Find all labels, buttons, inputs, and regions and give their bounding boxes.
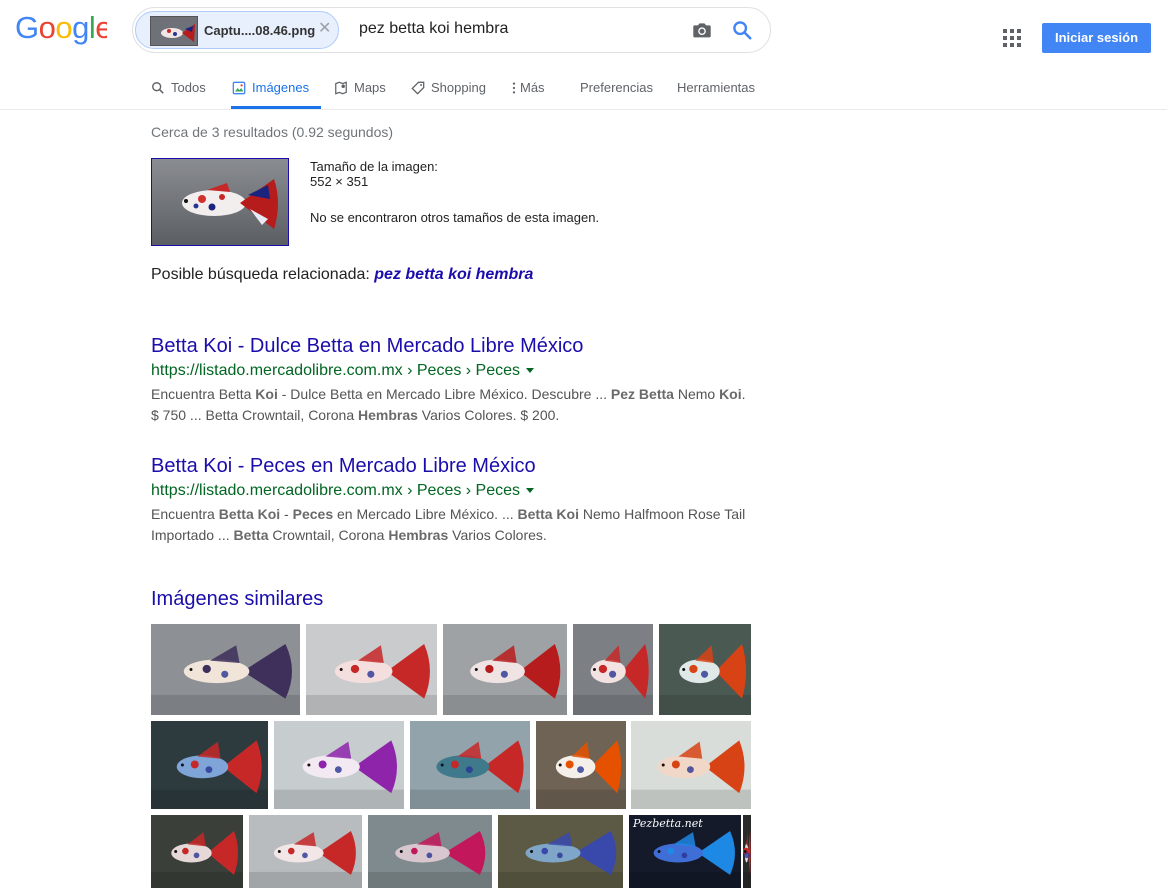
apps-grid-icon[interactable] bbox=[1003, 29, 1021, 47]
tab-mas[interactable]: Más bbox=[511, 80, 545, 95]
image-size-label: Tamaño de la imagen: bbox=[310, 159, 438, 174]
similar-image-thumbnail[interactable] bbox=[151, 815, 243, 888]
result-url-text: https://listado.mercadolibre.com.mx › Pe… bbox=[151, 362, 521, 379]
similar-image-thumbnail[interactable] bbox=[631, 721, 751, 809]
similar-image-thumbnail[interactable]: Pezbetta.net bbox=[629, 815, 741, 888]
image-icon bbox=[232, 81, 246, 94]
svg-text:Google: Google bbox=[15, 11, 107, 45]
result-snippet-line: Encuentra Betta Koi - Peces en Mercado L… bbox=[151, 506, 746, 522]
related-search: Posible búsqueda relacionada: pez betta … bbox=[151, 266, 533, 284]
close-icon[interactable]: ✕ bbox=[318, 21, 331, 37]
related-search-link[interactable]: pez betta koi hembra bbox=[374, 266, 533, 283]
search-box[interactable]: Captu....08.46.png ✕ pez betta koi hembr… bbox=[132, 7, 771, 53]
search-icon bbox=[152, 81, 164, 94]
tab-shopping[interactable]: Shopping bbox=[411, 80, 486, 95]
result-stats: Cerca de 3 resultados (0.92 segundos) bbox=[151, 124, 394, 140]
camera-icon[interactable] bbox=[691, 19, 713, 41]
result-snippet-line: Encuentra Betta Koi - Dulce Betta en Mer… bbox=[151, 386, 746, 402]
google-logo[interactable]: Google bbox=[15, 11, 107, 45]
similar-image-thumbnail[interactable] bbox=[249, 815, 362, 888]
result-snippet-line: Importado ... Betta Crowntail, Corona He… bbox=[151, 527, 547, 543]
chip-filename: Captu....08.46.png bbox=[204, 23, 316, 38]
similar-image-thumbnail[interactable] bbox=[274, 721, 404, 809]
header: Google Captu....08.46.png ✕ pez betta ko… bbox=[0, 0, 1167, 110]
tab-imagenes[interactable]: Imágenes bbox=[232, 80, 309, 95]
similar-image-thumbnail[interactable] bbox=[410, 721, 530, 809]
similar-image-thumbnail[interactable] bbox=[443, 624, 567, 715]
search-image-chip[interactable]: Captu....08.46.png ✕ bbox=[135, 11, 339, 49]
chip-thumbnail bbox=[150, 16, 198, 46]
similar-image-thumbnail[interactable] bbox=[306, 624, 437, 715]
no-other-sizes-text: No se encontraron otros tamaños de esta … bbox=[310, 210, 600, 225]
more-vert-icon bbox=[512, 81, 516, 94]
active-tab-indicator bbox=[231, 106, 321, 109]
tab-label: Todos bbox=[171, 80, 206, 95]
similar-image-thumbnail[interactable] bbox=[498, 815, 623, 888]
dropdown-caret-icon[interactable] bbox=[526, 368, 535, 374]
tab-label: Shopping bbox=[431, 80, 486, 95]
map-icon bbox=[335, 80, 347, 95]
query-image-thumbnail[interactable] bbox=[151, 158, 289, 246]
similar-image-thumbnail[interactable] bbox=[368, 815, 492, 888]
tab-todos[interactable]: Todos bbox=[151, 80, 206, 95]
similar-image-thumbnail[interactable] bbox=[659, 624, 751, 715]
related-prefix: Posible búsqueda relacionada: bbox=[151, 266, 375, 283]
similar-image-thumbnail[interactable] bbox=[573, 624, 653, 715]
result-url-text: https://listado.mercadolibre.com.mx › Pe… bbox=[151, 482, 521, 499]
result-url[interactable]: https://listado.mercadolibre.com.mx › Pe… bbox=[151, 482, 535, 500]
similar-image-thumbnail[interactable] bbox=[151, 624, 300, 715]
result-title-link[interactable]: Betta Koi - Peces en Mercado Libre Méxic… bbox=[151, 455, 536, 478]
tab-label: Imágenes bbox=[252, 80, 310, 95]
image-size-value: 552 × 351 bbox=[310, 174, 369, 189]
similar-images-heading[interactable]: Imágenes similares bbox=[151, 588, 323, 611]
tab-label: Preferencias bbox=[580, 80, 653, 95]
similar-image-thumbnail[interactable] bbox=[536, 721, 626, 809]
sign-in-button[interactable]: Iniciar sesión bbox=[1042, 23, 1151, 53]
tab-label: Más bbox=[520, 80, 545, 95]
result-snippet-line: $ 750 ... Betta Crowntail, Corona Hembra… bbox=[151, 407, 560, 423]
similar-image-thumbnail[interactable] bbox=[743, 815, 751, 888]
result-title-link[interactable]: Betta Koi - Dulce Betta en Mercado Libre… bbox=[151, 335, 583, 358]
result-url[interactable]: https://listado.mercadolibre.com.mx › Pe… bbox=[151, 362, 535, 380]
search-icon[interactable] bbox=[731, 19, 753, 41]
tab-label: Herramientas bbox=[677, 80, 756, 95]
tab-preferencias[interactable]: Preferencias bbox=[580, 80, 653, 95]
tab-maps[interactable]: Maps bbox=[334, 80, 386, 95]
search-query[interactable]: pez betta koi hembra bbox=[359, 20, 508, 38]
tab-herramientas[interactable]: Herramientas bbox=[677, 80, 755, 95]
similar-image-thumbnail[interactable] bbox=[151, 721, 268, 809]
tab-label: Maps bbox=[354, 80, 386, 95]
tag-icon bbox=[411, 81, 425, 95]
dropdown-caret-icon[interactable] bbox=[526, 488, 535, 494]
watermark-text: Pezbetta.net bbox=[633, 817, 703, 830]
